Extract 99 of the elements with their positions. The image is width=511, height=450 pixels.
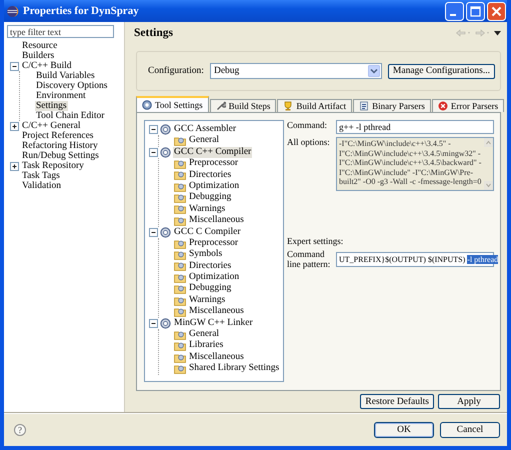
cancel-button[interactable]: Cancel [440, 422, 500, 438]
manage-configurations-button[interactable]: Manage Configurations... [388, 64, 495, 78]
tree-item[interactable]: Shared Library Settings [188, 363, 280, 375]
tree-item[interactable]: Directories [188, 170, 232, 181]
folder-gear-icon [174, 364, 186, 374]
folder-gear-icon [174, 250, 186, 260]
window-title: Properties for DynSpray [23, 5, 140, 17]
folder-gear-icon [174, 193, 186, 204]
folder-gear-icon [174, 216, 186, 226]
tree-item[interactable]: Settings [35, 101, 68, 111]
tree-item[interactable]: Resource [21, 41, 58, 51]
folder-gear-icon [174, 330, 186, 340]
minimize-icon[interactable] [445, 2, 464, 20]
expert-settings-label: Expert settings: [287, 236, 344, 246]
eclipse-logo-icon [6, 4, 19, 18]
tree-item[interactable]: C/C++ Build [21, 61, 73, 71]
tree-item[interactable]: Builders [21, 51, 56, 61]
tree-item[interactable]: Warnings [188, 204, 226, 216]
tree-item[interactable]: Project References [21, 131, 94, 141]
tree-item[interactable]: Debugging [188, 283, 232, 295]
scrollbar-icon [484, 138, 493, 190]
collapse-icon[interactable] [149, 228, 158, 237]
tree-item[interactable]: Optimization [188, 272, 240, 284]
apply-button[interactable]: Apply [438, 394, 500, 409]
tree-item[interactable]: Environment [35, 91, 87, 101]
tab[interactable]: Tool Settings [136, 96, 209, 112]
configuration-dropdown[interactable]: Debug [210, 63, 382, 79]
folder-gear-icon [174, 296, 186, 306]
expand-icon[interactable] [10, 122, 19, 130]
folder-gear-icon [174, 261, 186, 272]
tree-item[interactable]: Miscellaneous [188, 306, 245, 318]
tree-item[interactable]: Build Variables [35, 71, 96, 81]
dropdown-menu-icon[interactable] [494, 30, 501, 36]
tree-item[interactable]: C/C++ General [21, 121, 82, 131]
tree-item[interactable]: Miscellaneous [188, 215, 245, 227]
trophy-icon [283, 101, 294, 111]
ok-button[interactable]: OK [374, 422, 434, 438]
collapse-icon[interactable] [149, 148, 158, 157]
wrench-icon [216, 101, 226, 111]
tab[interactable]: Build Artifact [277, 99, 352, 112]
folder-gear-icon [174, 341, 186, 352]
collapse-icon[interactable] [10, 62, 19, 70]
command-field[interactable]: g++ -l pthread [336, 120, 494, 134]
folder-gear-icon [174, 284, 186, 294]
all-options-label: All options: [287, 137, 331, 149]
all-options-field[interactable]: -I"C:\MinGW\include\c++\3.4.5" -I"C:\MinGW\include\c++\3.4.5\mingw32" -I"C:\MinGW\include\c++\3.4.5\backward" -I"C:\MinGW\include" -I"C:\MinGW\Pre-built2" -O0 -g3 -Wall -c -fmessage-length=0 [336, 137, 494, 191]
folder-gear-icon [174, 136, 186, 146]
tree-item[interactable]: Debugging [188, 192, 232, 204]
tree-item[interactable]: Tool Chain Editor [35, 111, 106, 121]
folder-gear-icon [174, 238, 186, 249]
collapse-icon[interactable] [149, 318, 158, 328]
tree-item[interactable]: Validation [21, 181, 62, 191]
tree-item[interactable]: Miscellaneous [188, 352, 245, 364]
tree-item[interactable]: Task Repository [21, 161, 85, 171]
tree-item[interactable]: GCC Assembler [173, 124, 238, 136]
tree-item[interactable]: GCC C Compiler [173, 226, 242, 238]
tab[interactable]: Error Parsers [432, 99, 504, 112]
command-label: Command: [287, 120, 328, 132]
tree-item[interactable]: Discovery Options [35, 81, 109, 91]
tree-item[interactable]: Directories [188, 260, 232, 272]
folder-gear-icon [174, 352, 186, 362]
maximize-icon[interactable] [466, 2, 485, 20]
close-icon[interactable] [487, 2, 506, 20]
tree-item[interactable]: Refactoring History [21, 141, 99, 151]
gear-icon [142, 100, 152, 110]
restore-defaults-button[interactable]: Restore Defaults [360, 394, 434, 409]
tree-item[interactable]: Warnings [188, 294, 226, 306]
tree-item[interactable]: MinGW C++ Linker [173, 318, 254, 330]
binary-file-icon [359, 101, 370, 111]
gear-icon [160, 226, 171, 238]
expand-icon[interactable] [10, 162, 19, 170]
folder-gear-icon [174, 204, 186, 214]
command-line-pattern-label: Command line pattern: [287, 249, 332, 269]
gear-icon [160, 124, 171, 136]
filter-field[interactable]: type filter text [7, 25, 114, 38]
tab[interactable]: Binary Parsers [353, 99, 431, 112]
folder-gear-icon [174, 170, 186, 180]
folder-gear-icon [174, 272, 186, 283]
tree-item[interactable]: Preprocessor [188, 158, 240, 170]
error-icon [438, 101, 448, 111]
folder-gear-icon [174, 306, 186, 317]
tab[interactable]: Build Steps [210, 99, 276, 112]
page-title: Settings [134, 27, 173, 39]
tree-item[interactable]: Run/Debug Settings [21, 151, 100, 161]
folder-gear-icon [174, 182, 186, 192]
tree-item[interactable]: Libraries [188, 340, 224, 352]
collapse-icon[interactable] [149, 125, 158, 134]
configuration-label: Configuration: [148, 66, 204, 76]
tree-item[interactable]: Symbols [188, 249, 224, 261]
gear-icon [160, 146, 171, 158]
tree-item[interactable]: Task Tags [21, 171, 61, 181]
help-icon[interactable]: ? [14, 424, 26, 436]
folder-gear-icon [174, 158, 186, 169]
gear-icon [160, 318, 171, 329]
tree-item[interactable]: General [188, 329, 220, 340]
tree-item[interactable]: Preprocessor [188, 238, 240, 250]
tree-item[interactable]: GCC C++ Compiler [173, 146, 252, 158]
tree-item[interactable]: Optimization [188, 180, 240, 192]
tree-item[interactable]: General [188, 135, 220, 147]
